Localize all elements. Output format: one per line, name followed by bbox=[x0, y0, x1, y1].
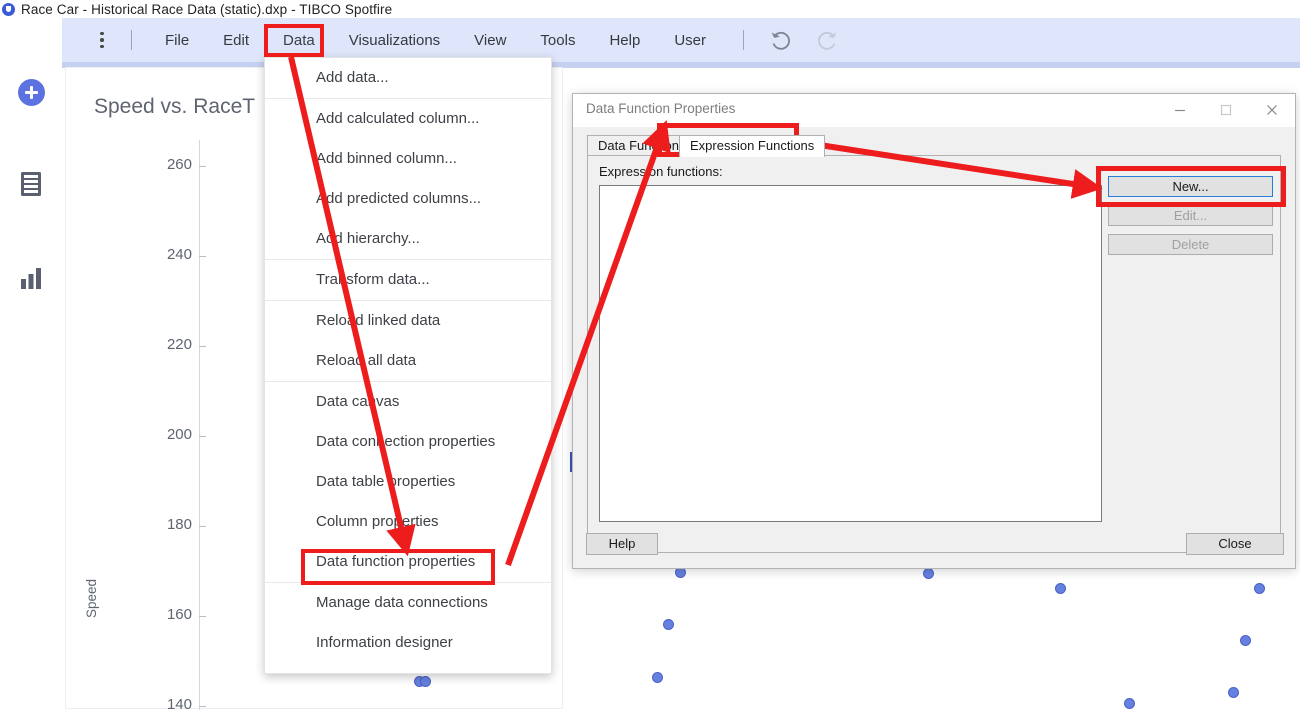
menu-file[interactable]: File bbox=[156, 27, 198, 54]
scatter-point[interactable] bbox=[1239, 634, 1251, 646]
tab-expression-functions[interactable]: Expression Functions bbox=[679, 135, 826, 157]
scatter-point[interactable] bbox=[419, 675, 431, 687]
add-visualization-button[interactable] bbox=[11, 72, 51, 112]
plus-circle-icon bbox=[17, 78, 45, 106]
y-axis-tick-mark bbox=[199, 166, 206, 167]
toolbar-divider bbox=[131, 30, 132, 50]
annotation-highlight-new-button bbox=[1096, 166, 1286, 207]
expression-functions-listbox[interactable] bbox=[599, 185, 1102, 522]
menu-item-add-binned-column[interactable]: Add binned column... bbox=[265, 139, 551, 179]
y-axis-tick-mark bbox=[199, 706, 206, 707]
menu-help[interactable]: Help bbox=[600, 27, 649, 54]
y-axis-tick-mark bbox=[199, 346, 206, 347]
scatter-point[interactable] bbox=[1227, 686, 1239, 698]
scatter-point[interactable] bbox=[922, 567, 934, 579]
kebab-dot bbox=[100, 31, 104, 36]
application-titlebar: Race Car - Historical Race Data (static)… bbox=[0, 0, 1300, 18]
y-axis-tick-label: 240 bbox=[166, 246, 192, 263]
delete-button[interactable]: Delete bbox=[1108, 234, 1273, 255]
left-rail bbox=[0, 18, 62, 710]
menu-tools[interactable]: Tools bbox=[531, 27, 584, 54]
table-icon bbox=[21, 172, 41, 196]
y-axis-tick-mark bbox=[199, 616, 206, 617]
undo-arrow-icon[interactable] bbox=[768, 27, 794, 53]
menu-item-manage-data-connections[interactable]: Manage data connections bbox=[265, 583, 551, 623]
menu-user[interactable]: User bbox=[665, 27, 715, 54]
menu-item-transform-data[interactable]: Transform data... bbox=[265, 260, 551, 300]
menu-item-data-table-properties[interactable]: Data table properties bbox=[265, 462, 551, 502]
y-axis-tick-mark bbox=[199, 436, 206, 437]
menu-item-reload-all-data[interactable]: Reload all data bbox=[265, 341, 551, 381]
y-axis-tick-mark bbox=[199, 526, 206, 527]
menu-item-add-data[interactable]: Add data... bbox=[265, 58, 551, 98]
y-axis-tick-label: 220 bbox=[166, 336, 192, 353]
help-button[interactable]: Help bbox=[586, 533, 658, 555]
expression-functions-label: Expression functions: bbox=[599, 164, 723, 179]
application-title: Race Car - Historical Race Data (static)… bbox=[21, 1, 393, 17]
menu-item-data-connection-properties[interactable]: Data connection properties bbox=[265, 422, 551, 462]
y-axis-tick-label: 160 bbox=[166, 606, 192, 623]
minimize-icon[interactable] bbox=[1157, 94, 1203, 126]
y-axis-line bbox=[199, 140, 200, 710]
menu-item-add-calculated-column[interactable]: Add calculated column... bbox=[265, 99, 551, 139]
dialog-title: Data Function Properties bbox=[586, 101, 736, 116]
scatter-point[interactable] bbox=[1123, 697, 1135, 709]
menu-group: Add data... bbox=[265, 58, 551, 99]
data-function-properties-dialog[interactable]: Data Function Properties Data Functions … bbox=[572, 93, 1296, 569]
y-axis-tick-label: 140 bbox=[166, 696, 192, 713]
top-toolbar: File Edit Data Visualizations View Tools… bbox=[62, 18, 1300, 62]
menu-item-add-hierarchy[interactable]: Add hierarchy... bbox=[265, 219, 551, 259]
menu-item-add-predicted-columns[interactable]: Add predicted columns... bbox=[265, 179, 551, 219]
menu-group: Transform data... bbox=[265, 260, 551, 301]
edit-button[interactable]: Edit... bbox=[1108, 205, 1273, 226]
chart-title: Speed vs. RaceT bbox=[94, 95, 256, 118]
menu-item-data-canvas[interactable]: Data canvas bbox=[265, 382, 551, 422]
menu-edit[interactable]: Edit bbox=[214, 27, 258, 54]
menu-view[interactable]: View bbox=[465, 27, 515, 54]
toolbar-divider bbox=[742, 30, 744, 50]
data-table-button[interactable] bbox=[11, 164, 51, 204]
bar-chart-icon bbox=[21, 268, 41, 289]
spotfire-logo-icon bbox=[2, 2, 15, 16]
scatter-point[interactable] bbox=[1253, 582, 1265, 594]
y-axis-tick-label: 200 bbox=[166, 426, 192, 443]
menu-group: Manage data connections Information desig… bbox=[265, 583, 551, 663]
y-axis-tick-label: 260 bbox=[166, 156, 192, 173]
close-button[interactable]: Close bbox=[1186, 533, 1284, 555]
y-axis-label: Speed bbox=[84, 578, 99, 618]
kebab-menu-icon[interactable] bbox=[85, 18, 119, 62]
dialog-tabstrip: Data Functions Expression Functions bbox=[587, 135, 1281, 157]
scatter-point[interactable] bbox=[1054, 582, 1066, 594]
y-axis-tick-mark bbox=[199, 256, 206, 257]
menu-item-column-properties[interactable]: Column properties bbox=[265, 502, 551, 542]
menu-group: Reload linked data Reload all data bbox=[265, 301, 551, 382]
kebab-dot bbox=[100, 38, 104, 42]
kebab-dot bbox=[100, 44, 104, 49]
scatter-point[interactable] bbox=[662, 618, 674, 630]
y-axis-tick-label: 180 bbox=[166, 516, 192, 533]
menubar: File Edit Data Visualizations View Tools… bbox=[62, 18, 850, 62]
maximize-icon[interactable] bbox=[1203, 94, 1249, 126]
annotation-highlight-data-menu bbox=[264, 24, 324, 57]
menu-group: Add calculated column... Add binned colum… bbox=[265, 99, 551, 260]
close-icon[interactable] bbox=[1249, 94, 1295, 126]
redo-arrow-icon[interactable] bbox=[814, 27, 840, 53]
menu-visualizations[interactable]: Visualizations bbox=[340, 27, 449, 54]
menu-item-reload-linked-data[interactable]: Reload linked data bbox=[265, 301, 551, 341]
scatter-point[interactable] bbox=[651, 671, 663, 683]
charts-button[interactable] bbox=[11, 258, 51, 298]
menu-item-information-designer[interactable]: Information designer bbox=[265, 623, 551, 663]
annotation-highlight-data-function-properties bbox=[301, 549, 495, 585]
